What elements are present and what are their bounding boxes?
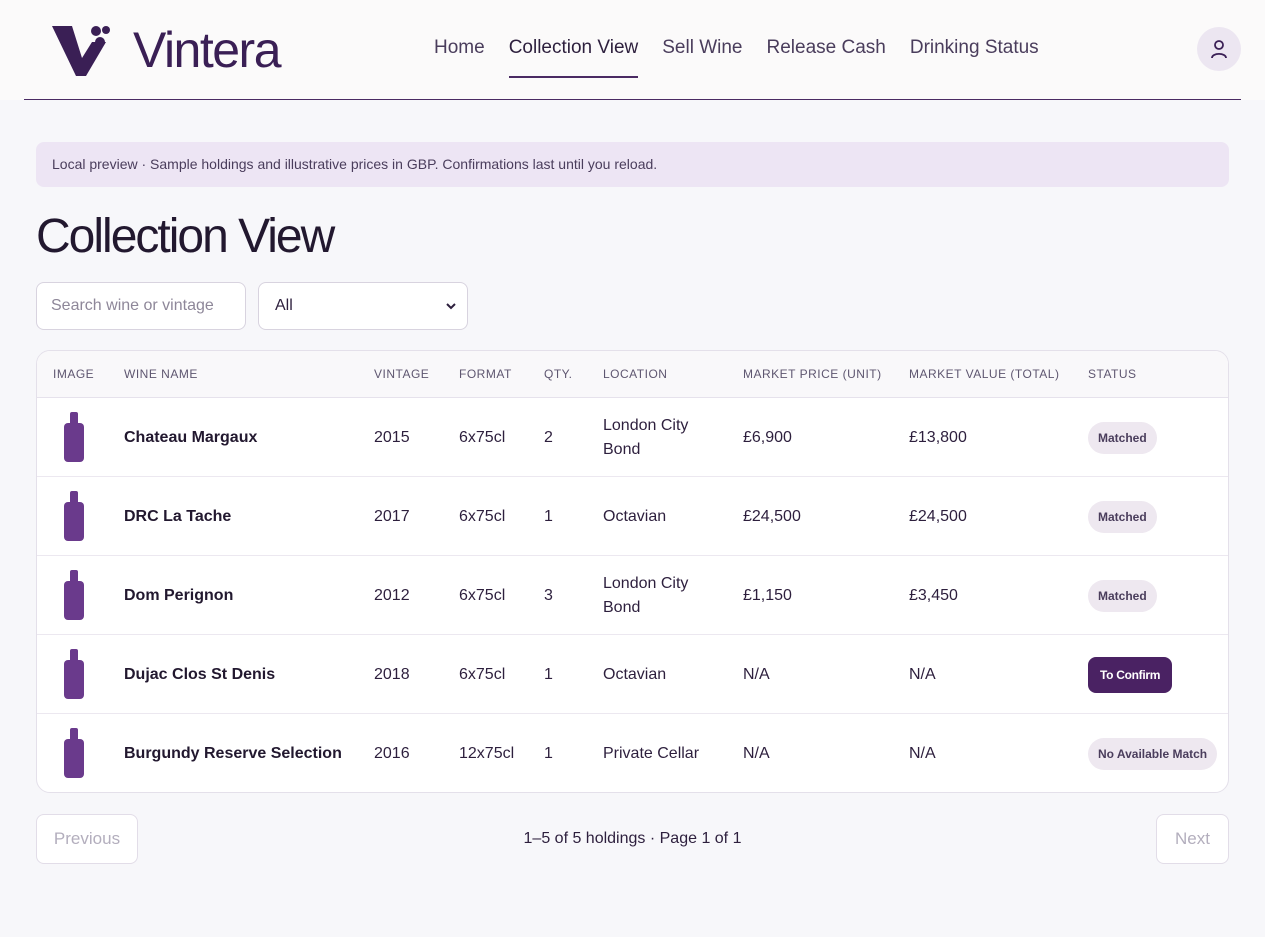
vintage: 2015 xyxy=(374,428,410,446)
col-format[interactable]: FORMAT xyxy=(459,351,512,398)
col-location[interactable]: LOCATION xyxy=(603,351,667,398)
location: Octavian xyxy=(603,665,667,683)
vintera-logo-icon[interactable] xyxy=(50,24,110,78)
wine-bottle-icon xyxy=(64,649,84,699)
location: Private Cellar xyxy=(603,744,700,762)
preview-banner: Local preview · Sample holdings and illu… xyxy=(36,142,1229,187)
quantity: 3 xyxy=(544,586,553,604)
market-price: £24,500 xyxy=(743,507,801,525)
top-header: Vintera Home Collection View Sell Wine R… xyxy=(0,0,1265,100)
wine-bottle-icon xyxy=(64,412,84,462)
status-badge: Matched xyxy=(1088,421,1157,454)
quantity: 1 xyxy=(544,665,553,683)
nav-sell-wine[interactable]: Sell Wine xyxy=(662,36,742,60)
format: 6x75cl xyxy=(459,665,506,683)
status-filter-value: All xyxy=(275,297,293,314)
holdings-table: IMAGE WINE NAME VINTAGE FORMAT QTY. LOCA… xyxy=(36,350,1229,793)
quantity: 1 xyxy=(544,507,553,525)
vintage: 2012 xyxy=(374,586,410,604)
location: London City Bond xyxy=(603,574,689,616)
market-price: N/A xyxy=(743,744,770,762)
format: 12x75cl xyxy=(459,744,515,762)
avatar-button[interactable] xyxy=(1197,27,1241,71)
market-value: £13,800 xyxy=(909,428,967,446)
col-status[interactable]: STATUS xyxy=(1088,351,1137,398)
next-button[interactable]: Next xyxy=(1156,814,1229,864)
table-row[interactable]: DRC La Tache 2017 6x75cl 1 Octavian £24,… xyxy=(37,477,1228,556)
vintage: 2018 xyxy=(374,665,410,683)
status-badge: Matched xyxy=(1088,579,1157,612)
quantity: 2 xyxy=(544,428,553,446)
status-cell: No Available Match xyxy=(1088,714,1218,792)
col-market-price[interactable]: MARKET PRICE (UNIT) xyxy=(743,351,882,398)
market-value: N/A xyxy=(909,744,936,762)
wine-name[interactable]: Dujac Clos St Denis xyxy=(124,635,275,714)
table-row[interactable]: Burgundy Reserve Selection 2016 12x75cl … xyxy=(37,714,1228,792)
market-value: £3,450 xyxy=(909,586,958,604)
status-badge: Matched xyxy=(1088,500,1157,533)
market-price: N/A xyxy=(743,665,770,683)
status-cell: Matched xyxy=(1088,398,1157,477)
quantity: 1 xyxy=(544,744,553,762)
status-filter-select[interactable]: All xyxy=(258,282,468,330)
col-image: IMAGE xyxy=(53,367,95,381)
nav-collection-view[interactable]: Collection View xyxy=(508,36,638,78)
col-wine-name[interactable]: WINE NAME xyxy=(124,351,198,398)
nav-home[interactable]: Home xyxy=(434,36,485,60)
market-price: £1,150 xyxy=(743,586,792,604)
market-value: N/A xyxy=(909,665,936,683)
wine-name[interactable]: DRC La Tache xyxy=(124,477,231,556)
format: 6x75cl xyxy=(459,586,506,604)
pagination-summary: 1–5 of 5 holdings · Page 1 of 1 xyxy=(523,830,742,847)
market-value: £24,500 xyxy=(909,507,967,525)
market-price: £6,900 xyxy=(743,428,792,446)
col-market-value[interactable]: MARKET VALUE (TOTAL) xyxy=(909,351,1059,398)
nav-drinking-status[interactable]: Drinking Status xyxy=(910,36,1039,60)
status-cell: Matched xyxy=(1088,477,1157,556)
nav-release-cash[interactable]: Release Cash xyxy=(767,36,886,60)
location: London City Bond xyxy=(603,416,689,458)
location: Octavian xyxy=(603,507,667,525)
search-input[interactable] xyxy=(36,282,246,330)
main-nav: Home Collection View Sell Wine Release C… xyxy=(434,36,1039,78)
header-divider xyxy=(24,99,1241,100)
format: 6x75cl xyxy=(459,428,506,446)
user-icon xyxy=(1211,40,1227,59)
col-vintage[interactable]: VINTAGE xyxy=(374,351,429,398)
chevron-down-icon xyxy=(446,303,456,310)
vintage: 2016 xyxy=(374,744,410,762)
status-badge: No Available Match xyxy=(1088,737,1218,770)
wine-name[interactable]: Burgundy Reserve Selection xyxy=(124,714,342,792)
to-confirm-button[interactable]: To Confirm xyxy=(1088,656,1173,693)
wine-name[interactable]: Chateau Margaux xyxy=(124,398,257,477)
brand-name[interactable]: Vintera xyxy=(133,22,282,78)
wine-bottle-icon xyxy=(64,728,84,778)
col-qty[interactable]: QTY. xyxy=(544,351,572,398)
wine-bottle-icon xyxy=(64,491,84,541)
status-cell: To Confirm xyxy=(1088,635,1173,714)
vintage: 2017 xyxy=(374,507,410,525)
status-cell: Matched xyxy=(1088,556,1157,635)
table-header: IMAGE WINE NAME VINTAGE FORMAT QTY. LOCA… xyxy=(37,351,1228,398)
page-title: Collection View xyxy=(36,210,335,263)
table-row[interactable]: Dujac Clos St Denis 2018 6x75cl 1 Octavi… xyxy=(37,635,1228,714)
format: 6x75cl xyxy=(459,507,506,525)
wine-bottle-icon xyxy=(64,570,84,620)
table-row[interactable]: Dom Perignon 2012 6x75cl 3 London City B… xyxy=(37,556,1228,635)
wine-name[interactable]: Dom Perignon xyxy=(124,556,233,635)
table-row[interactable]: Chateau Margaux 2015 6x75cl 2 London Cit… xyxy=(37,398,1228,477)
